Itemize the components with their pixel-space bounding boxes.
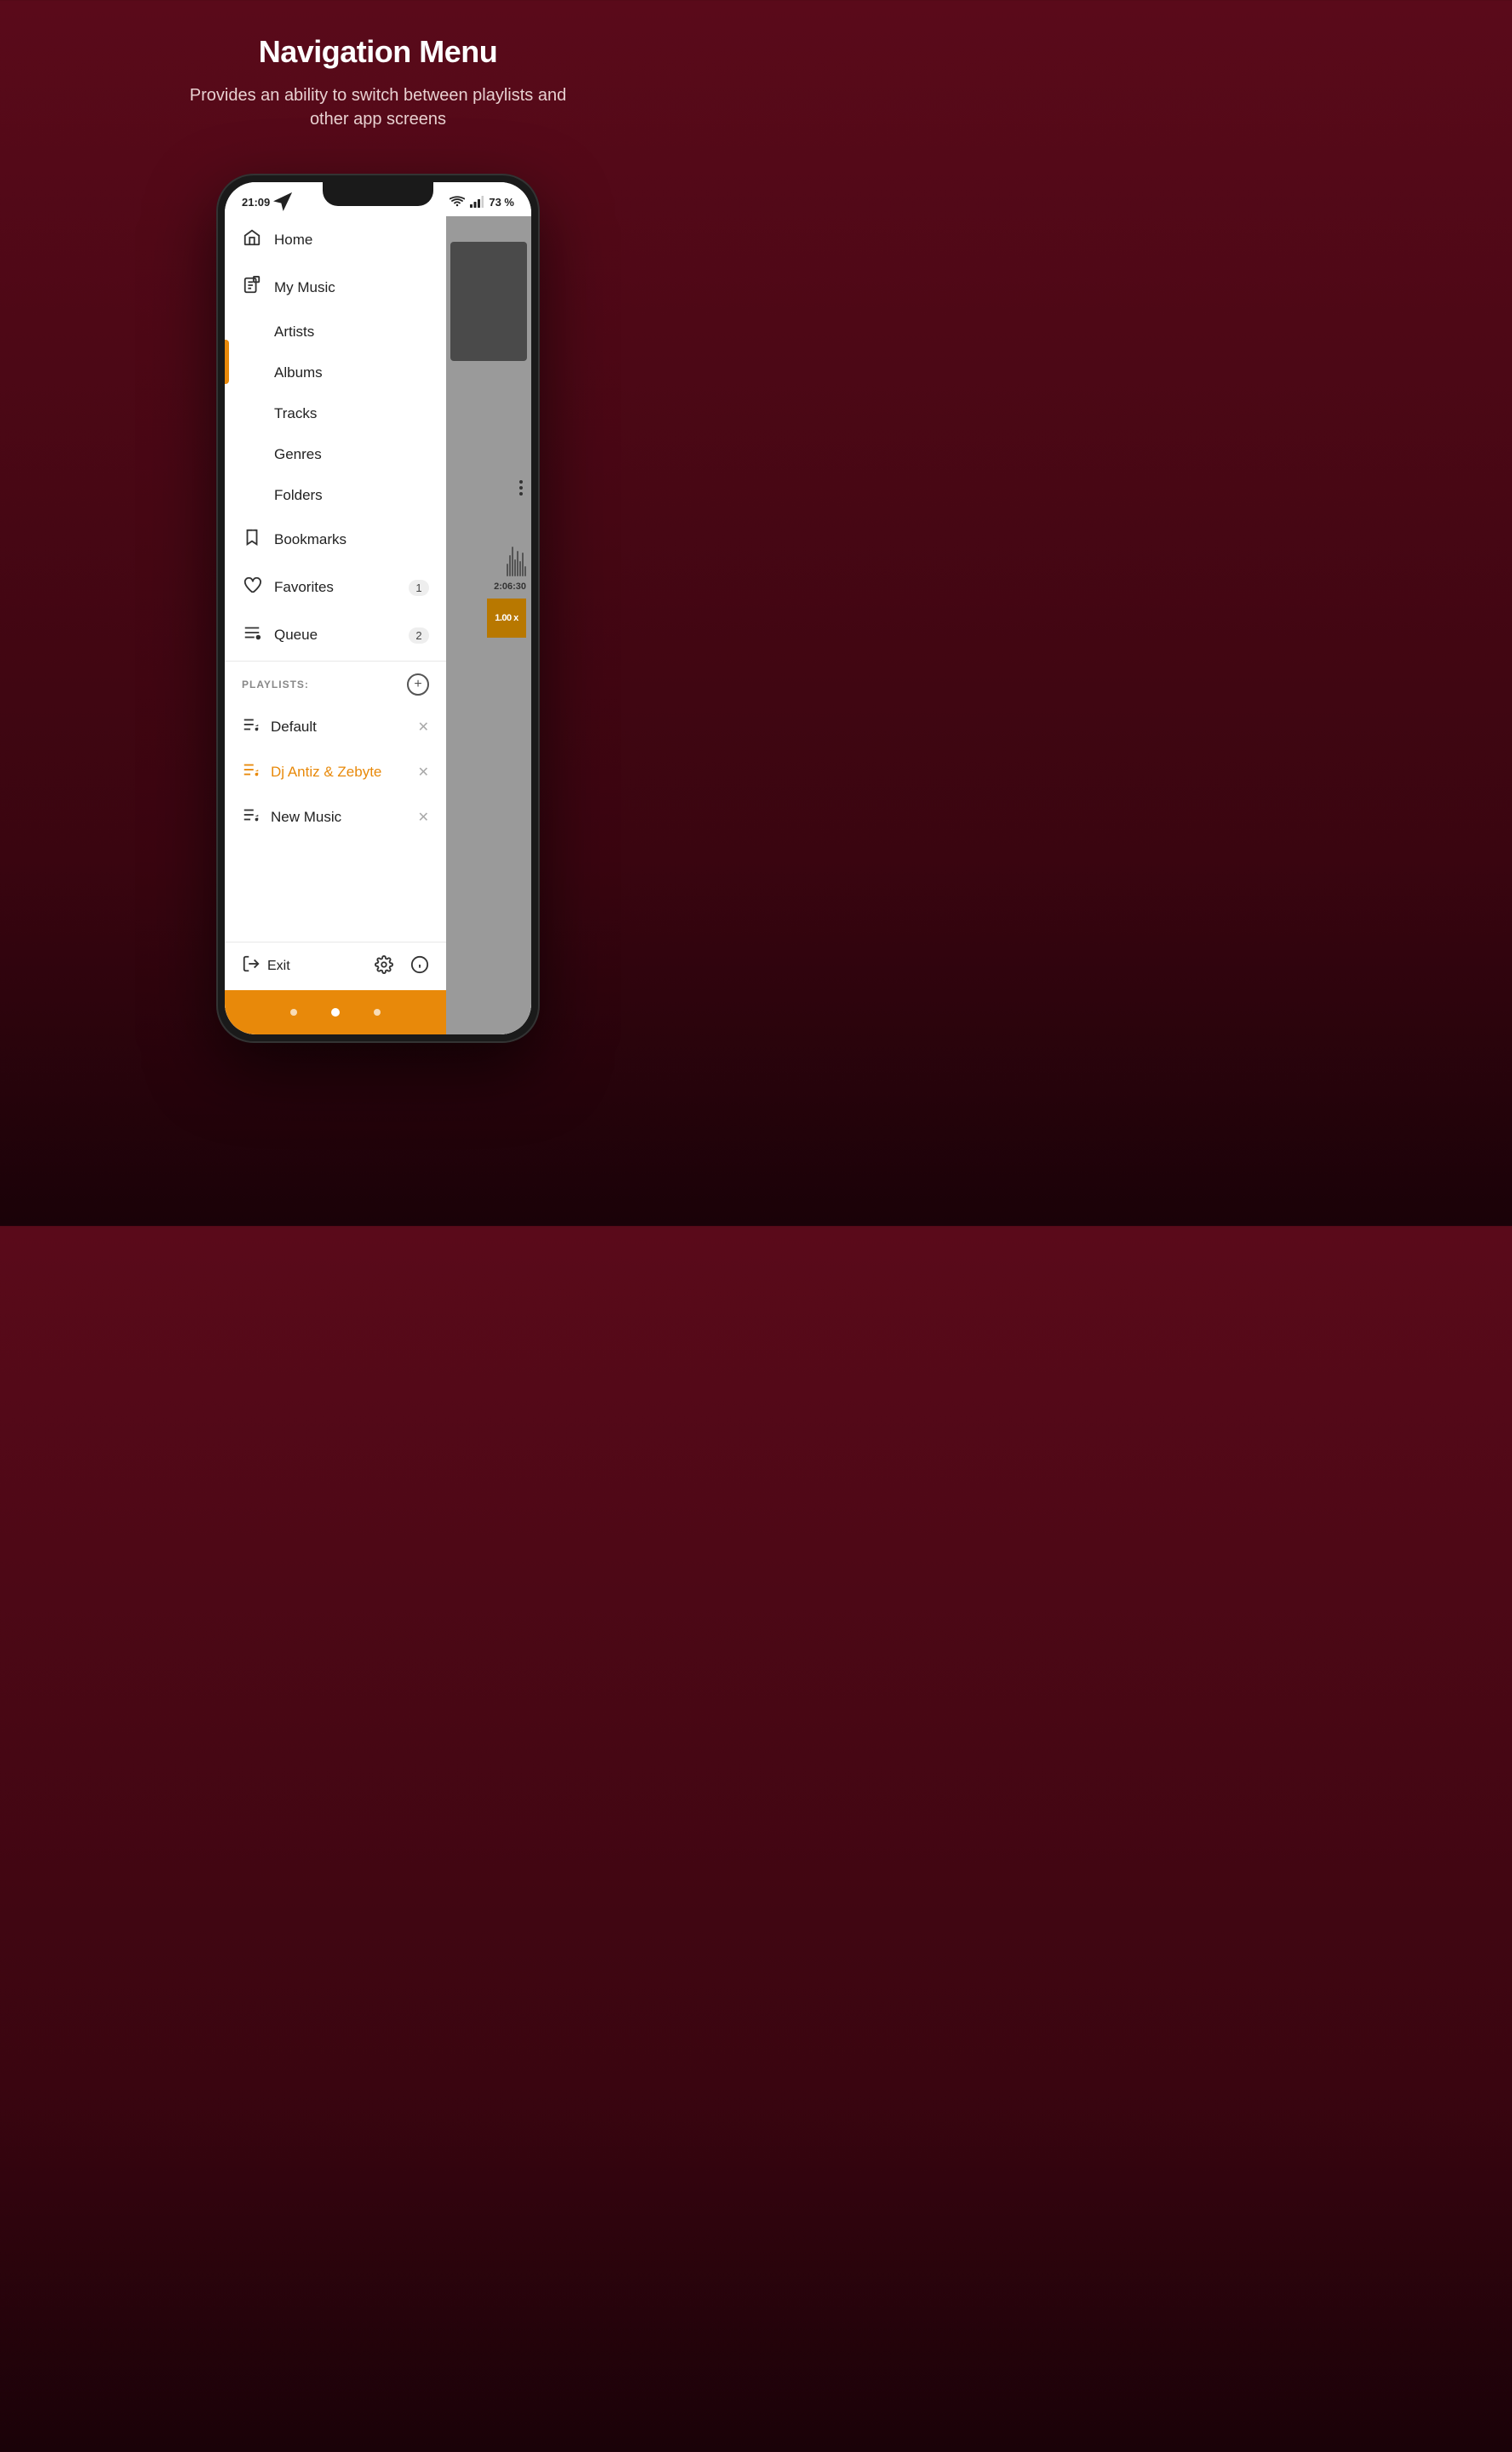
favorites-label: Favorites	[274, 579, 334, 596]
favorites-badge: 1	[409, 580, 429, 596]
playlist-item-new-music[interactable]: New Music ✕	[225, 794, 446, 839]
nav-item-bookmarks[interactable]: Bookmarks	[225, 516, 446, 564]
bottom-bar: Exit	[225, 942, 446, 990]
home-label: Home	[274, 232, 312, 249]
playlist-icon-dj-antiz	[242, 760, 261, 783]
strip-dot-3	[374, 1009, 381, 1016]
heart-icon	[242, 576, 262, 599]
playlist-icon-default	[242, 715, 261, 738]
waveform-display	[507, 547, 526, 576]
playlist-name-dj-antiz: Dj Antiz & Zebyte	[271, 764, 408, 781]
playlist-item-default[interactable]: Default ✕	[225, 704, 446, 749]
signal-icon	[470, 196, 484, 208]
phone-notch	[323, 182, 433, 206]
playlists-header: PLAYLISTS: +	[225, 661, 446, 704]
album-art	[450, 242, 527, 361]
bottom-right-icons	[375, 955, 429, 978]
page-title: Navigation Menu	[259, 34, 498, 70]
queue-label: Queue	[274, 627, 318, 644]
status-time: 21:09	[242, 192, 292, 211]
player-panel: 2:06:30 1.00 x	[446, 216, 531, 1034]
speed-label: 1.00 x	[495, 613, 518, 623]
navigation-icon	[273, 192, 292, 211]
folders-label: Folders	[274, 487, 323, 504]
playlists-section-label: PLAYLISTS:	[242, 679, 398, 690]
artists-label: Artists	[274, 324, 314, 341]
strip-dot-1	[290, 1009, 297, 1016]
queue-badge: 2	[409, 627, 429, 644]
exit-icon	[242, 954, 261, 978]
playlist-item-dj-antiz[interactable]: Dj Antiz & Zebyte ✕	[225, 749, 446, 794]
home-icon	[242, 228, 262, 252]
page-subtitle: Provides an ability to switch between pl…	[174, 83, 582, 131]
playlist-close-default[interactable]: ✕	[418, 719, 429, 736]
wifi-icon	[450, 196, 465, 208]
nav-sub-item-tracks[interactable]: Tracks	[225, 393, 446, 434]
genres-label: Genres	[274, 446, 322, 463]
nav-item-queue[interactable]: Queue 2	[225, 611, 446, 659]
battery-text: 73 %	[489, 196, 514, 209]
nav-sub-item-albums[interactable]: Albums	[225, 352, 446, 393]
settings-button[interactable]	[375, 955, 393, 978]
playlist-icon-new-music	[242, 805, 261, 828]
playlist-close-dj-antiz[interactable]: ✕	[418, 764, 429, 781]
nav-item-home[interactable]: Home	[225, 216, 446, 264]
orange-bottom-strip	[225, 990, 446, 1034]
speed-button[interactable]: 1.00 x	[487, 599, 526, 638]
playlist-name-default: Default	[271, 719, 408, 736]
nav-item-favorites[interactable]: Favorites 1	[225, 564, 446, 611]
my-music-label: My Music	[274, 279, 335, 296]
phone-screen: 21:09	[225, 182, 531, 1034]
queue-icon	[242, 623, 262, 647]
nav-item-my-music[interactable]: My Music	[225, 264, 446, 312]
strip-dot-2	[331, 1008, 340, 1017]
nav-sub-item-genres[interactable]: Genres	[225, 434, 446, 475]
nav-sub-item-folders[interactable]: Folders	[225, 475, 446, 516]
playlist-name-new-music: New Music	[271, 809, 408, 826]
navigation-drawer: Home My Music Artists	[225, 216, 531, 1034]
active-indicator-bar	[225, 340, 229, 384]
bookmarks-label: Bookmarks	[274, 531, 346, 548]
info-button[interactable]	[410, 955, 429, 978]
three-dots-menu[interactable]	[519, 480, 523, 496]
bookmark-icon	[242, 528, 262, 552]
music-library-icon	[242, 276, 262, 300]
phone-frame: 21:09	[216, 174, 540, 1043]
add-playlist-button[interactable]: +	[407, 673, 429, 696]
nav-sub-item-artists[interactable]: Artists	[225, 312, 446, 352]
status-icons: 73 %	[450, 196, 514, 209]
exit-button[interactable]: Exit	[242, 954, 290, 978]
player-time: 2:06:30	[494, 581, 526, 592]
albums-label: Albums	[274, 364, 323, 381]
drawer-menu: Home My Music Artists	[225, 216, 446, 1034]
tracks-label: Tracks	[274, 405, 317, 422]
playlist-close-new-music[interactable]: ✕	[418, 809, 429, 826]
exit-label: Exit	[267, 959, 290, 974]
